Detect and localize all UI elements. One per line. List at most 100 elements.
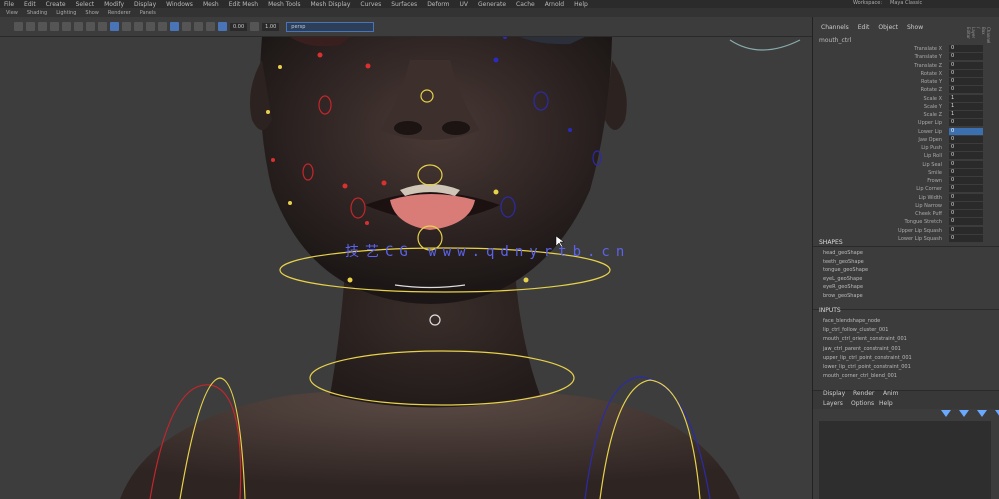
panel-menu-item[interactable]: Shading: [27, 10, 47, 16]
menu-item[interactable]: Arnold: [545, 1, 564, 8]
layer-menu-item[interactable]: Options: [851, 400, 874, 407]
resolution-gate-icon[interactable]: [194, 22, 203, 31]
attribute-value-field[interactable]: 1: [949, 102, 983, 110]
attribute-row[interactable]: Tongue Stretch 0: [813, 218, 999, 226]
layer-tab[interactable]: Anim: [883, 390, 898, 397]
attribute-row[interactable]: Upper Lip Squash 0: [813, 226, 999, 235]
menu-item[interactable]: Windows: [166, 1, 193, 8]
attribute-value-field[interactable]: 0: [949, 127, 983, 135]
new-layer-icon[interactable]: [977, 410, 987, 417]
attribute-row[interactable]: Scale X 1: [813, 94, 999, 103]
layer-tab[interactable]: Render: [853, 390, 874, 397]
attribute-value-field[interactable]: 0: [949, 53, 983, 61]
camera-dropdown[interactable]: persp: [286, 21, 375, 32]
menu-item[interactable]: Edit: [24, 1, 36, 8]
channel-box-menu-item[interactable]: Channels: [821, 24, 849, 31]
layer-tab[interactable]: Display: [823, 390, 845, 397]
input-node-item[interactable]: jaw_ctrl_parent_constraint_001: [823, 346, 901, 352]
menu-item[interactable]: Cache: [516, 1, 535, 8]
attribute-row[interactable]: Rotate Z 0: [813, 86, 999, 94]
attribute-row[interactable]: Translate Y 0: [813, 53, 999, 61]
attribute-value-field[interactable]: 0: [949, 168, 983, 176]
lasso-tool-icon[interactable]: [26, 22, 35, 31]
add-selected-icon[interactable]: [995, 410, 999, 417]
attribute-value-field[interactable]: 0: [949, 86, 983, 94]
menu-item[interactable]: Mesh Display: [311, 1, 351, 8]
attribute-value-field[interactable]: 0: [949, 45, 983, 52]
attribute-row[interactable]: Lip Seal 0: [813, 160, 999, 169]
attribute-row[interactable]: Lip Narrow 0: [813, 201, 999, 210]
smooth-shade-icon[interactable]: [122, 22, 131, 31]
input-node-item[interactable]: upper_lip_ctrl_point_constraint_001: [823, 355, 912, 361]
layer-down-icon[interactable]: [959, 410, 969, 417]
menu-item[interactable]: Create: [46, 1, 66, 8]
attribute-value-field[interactable]: 0: [949, 144, 983, 151]
attribute-value-field[interactable]: 0: [949, 234, 983, 242]
shape-item[interactable]: teeth_geoShape: [823, 259, 864, 265]
attribute-value-field[interactable]: 1: [949, 94, 983, 102]
paint-tool-icon[interactable]: [38, 22, 47, 31]
panel-menu-item[interactable]: Show: [85, 10, 99, 16]
gamma-field[interactable]: 1.00: [262, 22, 280, 31]
attribute-value-field[interactable]: 0: [949, 226, 983, 234]
attribute-value-field[interactable]: 0: [949, 135, 983, 143]
panel-scrollbar[interactable]: Channel Box / Layer Editor: [966, 27, 998, 317]
input-node-item[interactable]: mouth_corner_ctrl_blend_001: [823, 373, 897, 379]
grid-icon[interactable]: [98, 22, 107, 31]
attribute-row[interactable]: Lip Roll 0: [813, 152, 999, 160]
menu-item[interactable]: Deform: [427, 1, 449, 8]
input-node-item[interactable]: lip_ctrl_follow_cluster_001: [823, 327, 888, 333]
attribute-row[interactable]: Translate Z 0: [813, 61, 999, 70]
layer-menu-item[interactable]: Layers: [823, 400, 843, 407]
attribute-value-field[interactable]: 0: [949, 201, 983, 209]
film-gate-icon[interactable]: [206, 22, 215, 31]
wireframe-icon[interactable]: [110, 22, 119, 31]
menu-item[interactable]: Modify: [104, 1, 124, 8]
object-name[interactable]: mouth_ctrl: [819, 37, 851, 44]
shadows-icon[interactable]: [158, 22, 167, 31]
attribute-value-field[interactable]: 0: [949, 61, 983, 69]
channel-box-menu-item[interactable]: Edit: [858, 24, 870, 31]
channel-box-menu-item[interactable]: Object: [878, 24, 898, 31]
shape-item[interactable]: tongue_geoShape: [823, 267, 868, 273]
xray-icon[interactable]: [182, 22, 191, 31]
isolate-icon[interactable]: [170, 22, 179, 31]
shape-item[interactable]: eyeL_geoShape: [823, 276, 862, 282]
shape-item[interactable]: head_geoShape: [823, 250, 863, 256]
menu-item[interactable]: Display: [134, 1, 156, 8]
scale-tool-icon[interactable]: [74, 22, 83, 31]
layer-menu-item[interactable]: Help: [879, 400, 893, 407]
input-node-item[interactable]: lower_lip_ctrl_point_constraint_001: [823, 364, 911, 370]
attribute-value-field[interactable]: 1: [949, 111, 983, 118]
attribute-row[interactable]: Smile 0: [813, 168, 999, 177]
menu-item[interactable]: Help: [574, 1, 588, 8]
workspace-label[interactable]: Maya Classic: [890, 0, 922, 6]
attribute-value-field[interactable]: 0: [949, 160, 983, 168]
layer-list[interactable]: [819, 421, 991, 499]
menu-item[interactable]: Mesh: [203, 1, 219, 8]
attribute-value-field[interactable]: 0: [949, 152, 983, 160]
panel-menu-item[interactable]: View: [6, 10, 18, 16]
input-node-item[interactable]: mouth_ctrl_orient_constraint_001: [823, 336, 907, 342]
rotate-tool-icon[interactable]: [62, 22, 71, 31]
attribute-value-field[interactable]: 0: [949, 78, 983, 85]
attribute-row[interactable]: Rotate Y 0: [813, 78, 999, 86]
textured-icon[interactable]: [134, 22, 143, 31]
gamma-icon[interactable]: [218, 22, 227, 31]
attribute-row[interactable]: Lip Corner 0: [813, 185, 999, 193]
attribute-value-field[interactable]: 0: [949, 193, 983, 201]
move-tool-icon[interactable]: [50, 22, 59, 31]
attribute-row[interactable]: Cheek Puff 0: [813, 210, 999, 218]
attribute-row[interactable]: Translate X 0: [813, 45, 999, 53]
attribute-row[interactable]: Lip Push 0: [813, 144, 999, 152]
attribute-value-field[interactable]: 0: [949, 218, 983, 226]
menu-item[interactable]: File: [4, 1, 14, 8]
shape-item[interactable]: brow_geoShape: [823, 293, 863, 299]
3d-viewport[interactable]: 技艺CG www.qdnyrtb.cn: [0, 37, 812, 499]
menu-item[interactable]: Select: [76, 1, 95, 8]
lights-icon[interactable]: [146, 22, 155, 31]
menu-item[interactable]: Surfaces: [391, 1, 417, 8]
attribute-row[interactable]: Jaw Open 0: [813, 135, 999, 144]
menu-item[interactable]: Mesh Tools: [268, 1, 300, 8]
attribute-row[interactable]: Rotate X 0: [813, 69, 999, 78]
